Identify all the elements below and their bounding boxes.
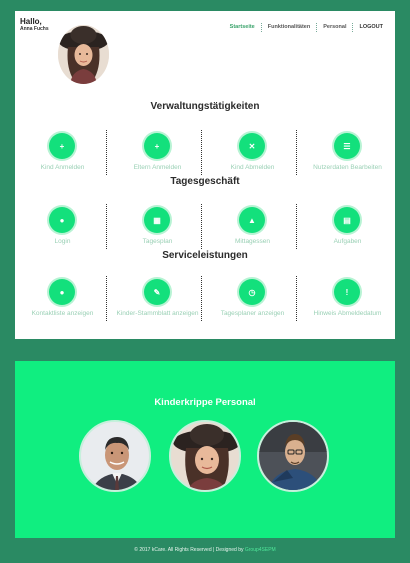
action-label: Tagesplaner anzeigen bbox=[220, 310, 285, 317]
footer: © 2017 kCare. All Rights Reserved | Desi… bbox=[0, 547, 410, 553]
action-kontaktliste[interactable]: ● Kontaktliste anzeigen bbox=[15, 276, 110, 332]
cross-icon: ✕ bbox=[239, 133, 265, 159]
plus-icon: + bbox=[49, 133, 75, 159]
tasks-icon: ▤ bbox=[334, 207, 360, 233]
staff-panel: Kinderkrippe Personal bbox=[15, 361, 395, 538]
staff-photo bbox=[257, 420, 329, 492]
clock-icon: ◷ bbox=[239, 279, 265, 305]
divider bbox=[201, 130, 202, 175]
section-title-serviceleistungen: Serviceleistungen bbox=[162, 250, 248, 261]
divider bbox=[106, 130, 107, 175]
user-name: Anna Fuchs bbox=[20, 26, 49, 32]
pencil-icon: ✎ bbox=[144, 279, 170, 305]
staff-title: Kinderkrippe Personal bbox=[154, 397, 256, 408]
action-hinweis-abmeldedatum[interactable]: ! Hinweis Abmeldedatum bbox=[300, 276, 395, 332]
user-avatar bbox=[58, 25, 109, 84]
divider bbox=[106, 276, 107, 321]
action-label: Kinder-Stammblatt anzeigen bbox=[116, 310, 199, 317]
action-label: Tagesplan bbox=[142, 238, 173, 245]
nav-funktionalitaeten[interactable]: Funktionalitäten bbox=[262, 23, 318, 32]
action-label: Aufgaben bbox=[333, 238, 362, 245]
nav-logout[interactable]: LOGOUT bbox=[353, 23, 383, 32]
action-label: Nutzerdaten Bearbeiten bbox=[313, 164, 382, 171]
divider bbox=[296, 204, 297, 249]
action-label: Kind Abmelden bbox=[230, 164, 275, 171]
section-row-serviceleistungen: ● Kontaktliste anzeigen ✎ Kinder-Stammbl… bbox=[15, 276, 395, 332]
nav-startseite[interactable]: Startseite bbox=[224, 23, 262, 32]
footer-text: © 2017 kCare. All Rights Reserved | Desi… bbox=[134, 547, 245, 553]
calendar-icon: ▦ bbox=[144, 207, 170, 233]
staff-photo bbox=[79, 420, 151, 492]
main-nav: Startseite Funktionalitäten Personal LOG… bbox=[224, 23, 383, 32]
user-icon: ● bbox=[49, 207, 75, 233]
divider bbox=[296, 130, 297, 175]
divider bbox=[296, 276, 297, 321]
main-panel: Hallo, Anna Fuchs Startseite Funktionali… bbox=[15, 11, 395, 339]
greeting-text: Hallo, bbox=[20, 17, 42, 26]
action-label: Mittagessen bbox=[234, 238, 271, 245]
bell-icon: ▲ bbox=[239, 207, 265, 233]
action-label: Kontaktliste anzeigen bbox=[31, 310, 94, 317]
divider bbox=[201, 276, 202, 321]
action-label: Login bbox=[54, 238, 71, 245]
footer-brand-link[interactable]: Group4SEPM bbox=[245, 547, 276, 553]
action-label: Kind Anmelden bbox=[40, 164, 85, 171]
action-label: Eltern Anmelden bbox=[133, 164, 182, 171]
info-icon: ! bbox=[334, 279, 360, 305]
greeting: Hallo, Anna Fuchs bbox=[20, 17, 49, 33]
list-icon: ☰ bbox=[334, 133, 360, 159]
staff-photo bbox=[169, 420, 241, 492]
nav-personal[interactable]: Personal bbox=[317, 23, 354, 32]
action-kinder-stammblatt[interactable]: ✎ Kinder-Stammblatt anzeigen bbox=[110, 276, 205, 332]
section-title-verwaltung: Verwaltungstätigkeiten bbox=[150, 101, 260, 112]
divider bbox=[106, 204, 107, 249]
plus-icon: + bbox=[144, 133, 170, 159]
divider bbox=[201, 204, 202, 249]
user-icon: ● bbox=[49, 279, 75, 305]
action-label: Hinweis Abmeldedatum bbox=[313, 310, 382, 317]
action-tagesplaner[interactable]: ◷ Tagesplaner anzeigen bbox=[205, 276, 300, 332]
section-title-tagesgeschaeft: Tagesgeschäft bbox=[170, 176, 240, 187]
